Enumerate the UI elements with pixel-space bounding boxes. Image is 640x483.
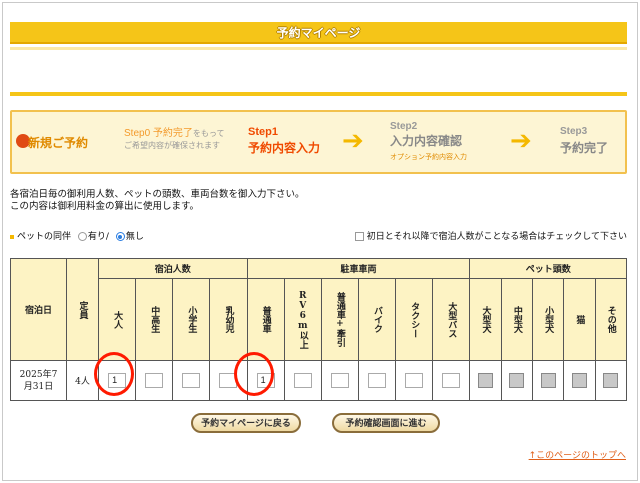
row-capacity: 4人 [66, 360, 99, 401]
pet-option-row: ペットの同伴 有り/ 無し 初日とそれ以降で宿泊人数がことなる場合はチェックして… [10, 229, 627, 243]
different-guests-checkbox[interactable] [354, 232, 364, 241]
small-dog-input [540, 373, 556, 388]
group-vehicles: 駐車車両 [246, 258, 471, 279]
pet-yes-label[interactable]: 有り/ [88, 232, 109, 242]
pet-label: ペットの同伴 [17, 232, 72, 242]
instructions: 各宿泊日毎の御利用人数、ペットの頭数、車両台数を御入力下さい。 この内容は御利用… [10, 189, 305, 212]
teen-input[interactable] [145, 373, 164, 388]
bullet-icon [10, 234, 14, 239]
col-adults: 大人 [97, 278, 137, 361]
title-separator [10, 47, 627, 50]
action-buttons: 予約マイページに戻る 予約確認画面に進む [0, 413, 640, 435]
back-to-mypage-button[interactable]: 予約マイページに戻る [191, 413, 301, 433]
col-tow: 普通車+牽引 [320, 278, 359, 361]
different-guests-label: 初日とそれ以降で宿泊人数がことなる場合はチェックして下さい [366, 232, 627, 242]
col-taxi: タクシー [395, 278, 434, 361]
group-pets: ペット頭数 [469, 258, 627, 279]
arrow-right-icon: ➔ [342, 126, 364, 156]
child-input[interactable] [182, 373, 201, 388]
col-bus: 大型バス [432, 278, 471, 361]
col-date: 宿泊日 [10, 258, 67, 361]
col-bike: バイク [357, 278, 397, 361]
different-guests-option[interactable]: 初日とそれ以降で宿泊人数がことなる場合はチェックして下さい [354, 229, 627, 242]
proceed-to-confirm-button[interactable]: 予約確認画面に進む [332, 413, 440, 433]
col-teen: 中高生 [135, 278, 174, 361]
col-large-dog: 大型犬 [469, 278, 502, 361]
cat-input [571, 373, 587, 388]
other-pet-input [603, 373, 619, 388]
highlight-circle-adults [94, 352, 134, 396]
step2: Step2 入力内容確認 オプション予約内容入力 [390, 121, 467, 161]
highlight-circle-car [234, 352, 274, 396]
step-indicator: 新規ご予約 Step0 予約完了をもって ご希望内容が確保されます Step1 … [10, 110, 627, 174]
medium-dog-input [509, 373, 525, 388]
col-cat: 猫 [563, 278, 596, 361]
page-top-link[interactable]: ↑このページのトップへ [529, 448, 626, 461]
col-small-dog: 小型犬 [531, 278, 565, 361]
bus-input[interactable] [442, 373, 461, 388]
tow-input[interactable] [330, 373, 349, 388]
arrow-right-icon: ➔ [510, 126, 532, 156]
step3: Step3 予約完了 [560, 126, 609, 155]
col-other: その他 [594, 278, 628, 361]
large-dog-input [478, 373, 494, 388]
col-medium-dog: 中型犬 [500, 278, 533, 361]
rv-input[interactable] [293, 373, 312, 388]
redacted-block [11, 62, 171, 80]
col-capacity: 定員 [66, 258, 99, 361]
bike-input[interactable] [368, 373, 387, 388]
taxi-input[interactable] [405, 373, 424, 388]
pet-no-label[interactable]: 無し [126, 232, 144, 242]
pet-no-radio[interactable] [115, 232, 125, 241]
col-infant: 乳幼児 [209, 278, 248, 361]
page-title: 予約マイページ [10, 22, 627, 44]
divider [10, 92, 627, 96]
pet-yes-radio[interactable] [77, 232, 87, 241]
group-guests: 宿泊人数 [98, 258, 248, 279]
step0: Step0 予約完了をもって ご希望内容が確保されます [124, 128, 225, 150]
col-car: 普通車 [246, 278, 285, 361]
row-date: 2025年7 月31日 [10, 360, 67, 401]
new-reservation-label: 新規ご予約 [28, 136, 89, 150]
col-rv: RV6m以上 [283, 278, 322, 361]
step1-current: Step1 予約内容入力 [248, 126, 321, 155]
col-child: 小学生 [172, 278, 211, 361]
